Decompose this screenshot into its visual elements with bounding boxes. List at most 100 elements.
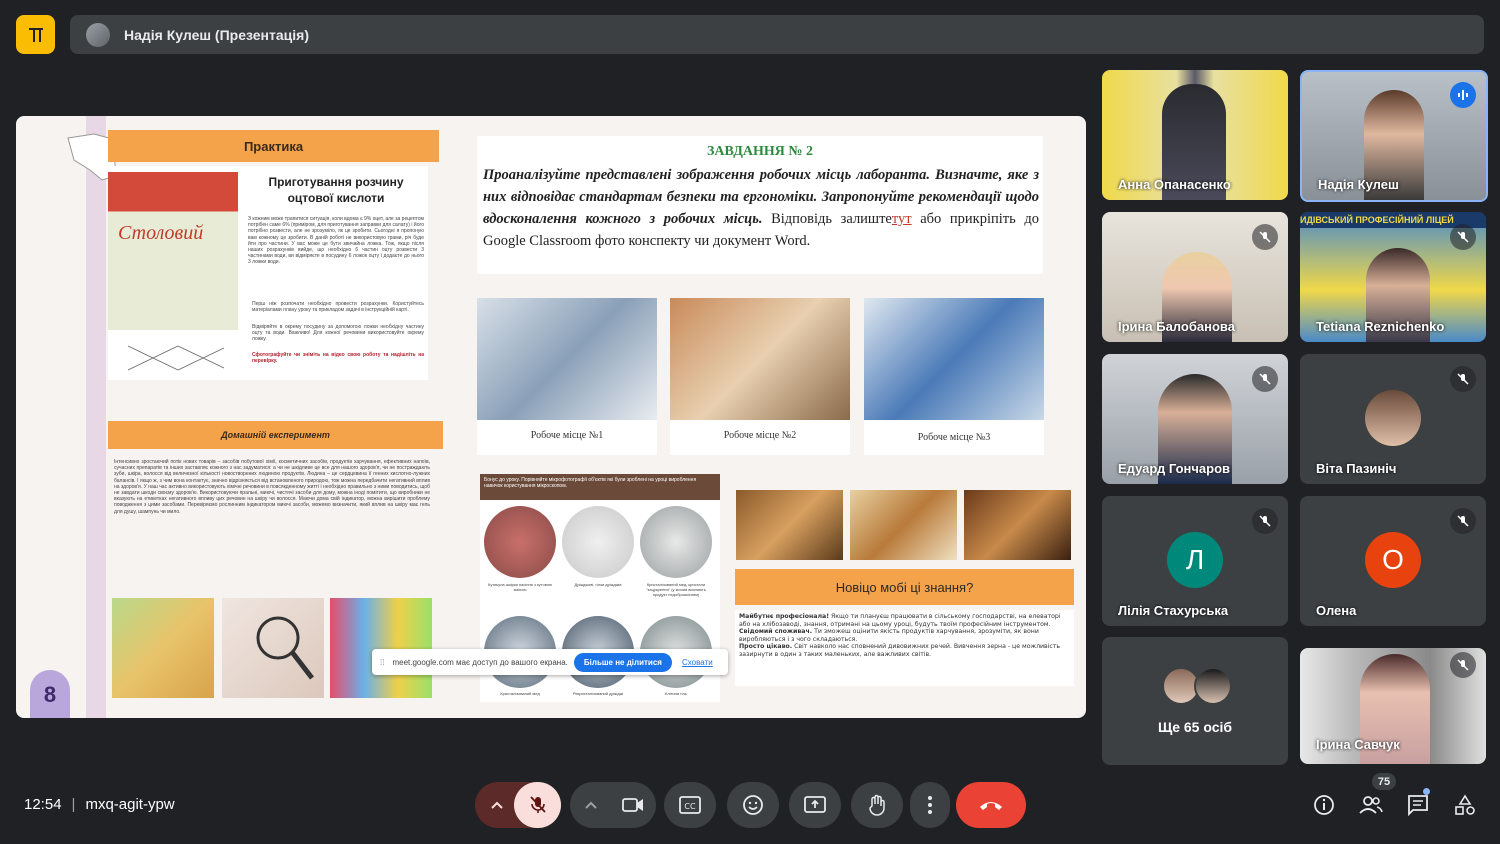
clock: 12:54 xyxy=(24,796,62,813)
mic-off-icon xyxy=(1450,366,1476,392)
recipe-step-3: Сфотографуйте чи зніміть на відео свою р… xyxy=(252,352,424,365)
microphone-toggle-button[interactable] xyxy=(514,782,561,828)
participant-name: Віта Пазиніч xyxy=(1316,461,1397,476)
micrograph-3 xyxy=(640,506,712,578)
present-screen-button[interactable] xyxy=(789,782,841,828)
more-options-button[interactable] xyxy=(910,782,950,828)
people-count-badge: 75 xyxy=(1372,773,1396,790)
shapes-icon xyxy=(1455,794,1475,815)
participant-name: Ірина Савчук xyxy=(1316,737,1400,752)
end-call-icon xyxy=(980,802,1002,810)
news-p2-label: Свідомий споживач. xyxy=(739,628,813,636)
reaction-diagram xyxy=(114,338,234,378)
micrograph-caption-3: Кристалізований мед, кристали "зацукренн… xyxy=(646,582,706,597)
home-experiment-body: Інтенсивно зростаючий потік нових товарі… xyxy=(114,459,430,515)
speaking-indicator-icon xyxy=(1450,82,1476,108)
raise-hand-button[interactable] xyxy=(851,782,903,828)
recipe-step-2: Відміряйте в окрему посудину за допомого… xyxy=(252,324,424,343)
participant-tile[interactable]: Анна Опанасенко xyxy=(1102,70,1288,200)
mic-off-icon xyxy=(1252,508,1278,534)
mic-off-icon xyxy=(529,796,546,813)
workplace-card-3: Робоче місце №3 xyxy=(864,298,1044,455)
share-notice-text: meet.google.com має доступ до вашого екр… xyxy=(392,657,568,667)
shared-slide: Практика Столовий Приготування розчину о… xyxy=(16,116,1086,718)
meeting-details-button[interactable] xyxy=(1304,785,1344,825)
participant-name: Tetiana Reznichenko xyxy=(1316,319,1445,334)
meeting-info: 12:54 | mxq-agit-ypw xyxy=(24,796,175,813)
task-title: ЗАВДАННЯ № 2 xyxy=(706,144,813,159)
hand-icon xyxy=(869,794,885,816)
avatar-initial: Л xyxy=(1167,532,1223,588)
emoji-icon xyxy=(743,795,763,815)
meet-logo[interactable] xyxy=(16,15,55,54)
presenter-avatar xyxy=(86,22,110,47)
camera-icon xyxy=(622,798,643,812)
task-answer-link[interactable]: тут xyxy=(892,211,912,227)
mic-off-icon xyxy=(1252,224,1278,250)
recipe-card: Столовий Приготування розчину оцтової ки… xyxy=(108,166,428,380)
drag-handle-icon[interactable]: ⁞⁞ xyxy=(380,658,384,667)
chevron-up-icon xyxy=(491,801,503,809)
participant-tile[interactable]: ИДІВСЬКИЙ ПРОФЕСІЙНИЙ ЛІЦЕЙ Tetiana Rezn… xyxy=(1300,212,1486,342)
presenter-bar[interactable]: Надія Кулеш (Презентація) xyxy=(70,15,1484,54)
unread-dot xyxy=(1423,788,1430,795)
more-vert-icon xyxy=(928,796,932,814)
micrograph-caption-1: Кутикула шкірки насіння з кутовою зміною xyxy=(487,582,552,592)
mic-off-icon xyxy=(1450,508,1476,534)
participant-tile[interactable]: О Олена xyxy=(1300,496,1486,626)
reactions-button[interactable] xyxy=(727,782,779,828)
people-button[interactable] xyxy=(1351,785,1391,825)
presentation-icon xyxy=(28,27,43,42)
more-participants-tile[interactable]: Ще 65 осіб xyxy=(1102,637,1288,765)
news-p1-label: Майбутнє професіонала! xyxy=(739,613,830,620)
svg-text:CC: CC xyxy=(684,802,696,811)
info-icon xyxy=(1314,795,1334,815)
workplace-caption-3: Робоче місце №3 xyxy=(917,432,991,443)
participant-tile[interactable]: Л Лілія Стахурська xyxy=(1102,496,1288,626)
participant-name: Ірина Балобанова xyxy=(1118,319,1235,334)
participant-tile[interactable]: Ірина Савчук xyxy=(1300,648,1486,764)
video-options-button[interactable] xyxy=(574,782,608,828)
avatar xyxy=(1365,390,1421,446)
participant-tile-active-speaker[interactable]: Надія Кулеш xyxy=(1300,70,1488,202)
camera-toggle-button[interactable] xyxy=(610,782,656,828)
recipe-step-1: Перш ніж розпочати необхідно провести ро… xyxy=(252,301,424,314)
participant-tile[interactable]: Ірина Балобанова xyxy=(1102,212,1288,342)
presenter-name: Надія Кулеш (Презентація) xyxy=(124,26,309,43)
meeting-code[interactable]: mxq-agit-ypw xyxy=(85,796,174,813)
micrograph-caption-2: Дріжджові, гілки дріжджів xyxy=(574,582,622,587)
chat-icon xyxy=(1408,795,1428,816)
news-body: Майбутнє професіонала! Якщо ти плануєш п… xyxy=(735,610,1074,686)
participant-name: Анна Опанасенко xyxy=(1118,177,1231,192)
bread-photo-2 xyxy=(850,490,957,560)
practice-title: Практика xyxy=(108,130,439,162)
chat-button[interactable] xyxy=(1398,785,1438,825)
participant-tile[interactable]: Віта Пазиніч xyxy=(1300,354,1486,484)
leave-call-button[interactable] xyxy=(956,782,1026,828)
workplace-caption-1: Робоче місце №1 xyxy=(530,430,604,441)
participant-tile[interactable]: Едуард Гончаров xyxy=(1102,354,1288,484)
slide-decor-stripe xyxy=(86,116,106,718)
avatar-initial: О xyxy=(1365,532,1421,588)
task-card: ЗАВДАННЯ № 2 Проаналізуйте представлені … xyxy=(477,136,1043,274)
share-notification: ⁞⁞ meet.google.com має доступ до вашого … xyxy=(372,649,728,675)
participant-name: Надія Кулеш xyxy=(1318,177,1399,192)
stop-sharing-button[interactable]: Більше не ділитися xyxy=(573,652,672,672)
audio-options-button[interactable] xyxy=(478,782,516,828)
recipe-body: З кожним може трапитися ситуація, коли в… xyxy=(248,216,424,266)
micrograph-1 xyxy=(484,506,556,578)
captions-button[interactable]: CC xyxy=(664,782,716,828)
micrograph-header: Бонус до уроку. Порівняйте мікрофотограф… xyxy=(480,474,720,500)
news-title: Новіцо мобі ці знання? xyxy=(735,569,1074,605)
participant-name: Олена xyxy=(1316,603,1357,618)
captions-icon: CC xyxy=(679,796,701,814)
news-p3-label: Просто цікаво. xyxy=(739,643,793,651)
micrograph-2 xyxy=(562,506,634,578)
hide-notice-link[interactable]: Сховати xyxy=(682,658,713,667)
brand-label: Столовий xyxy=(118,222,204,244)
skin-magnifier-image xyxy=(222,598,324,698)
bread-photo-3 xyxy=(964,490,1071,560)
avatar xyxy=(1194,667,1232,705)
separator: | xyxy=(71,796,76,813)
activities-button[interactable] xyxy=(1445,785,1485,825)
